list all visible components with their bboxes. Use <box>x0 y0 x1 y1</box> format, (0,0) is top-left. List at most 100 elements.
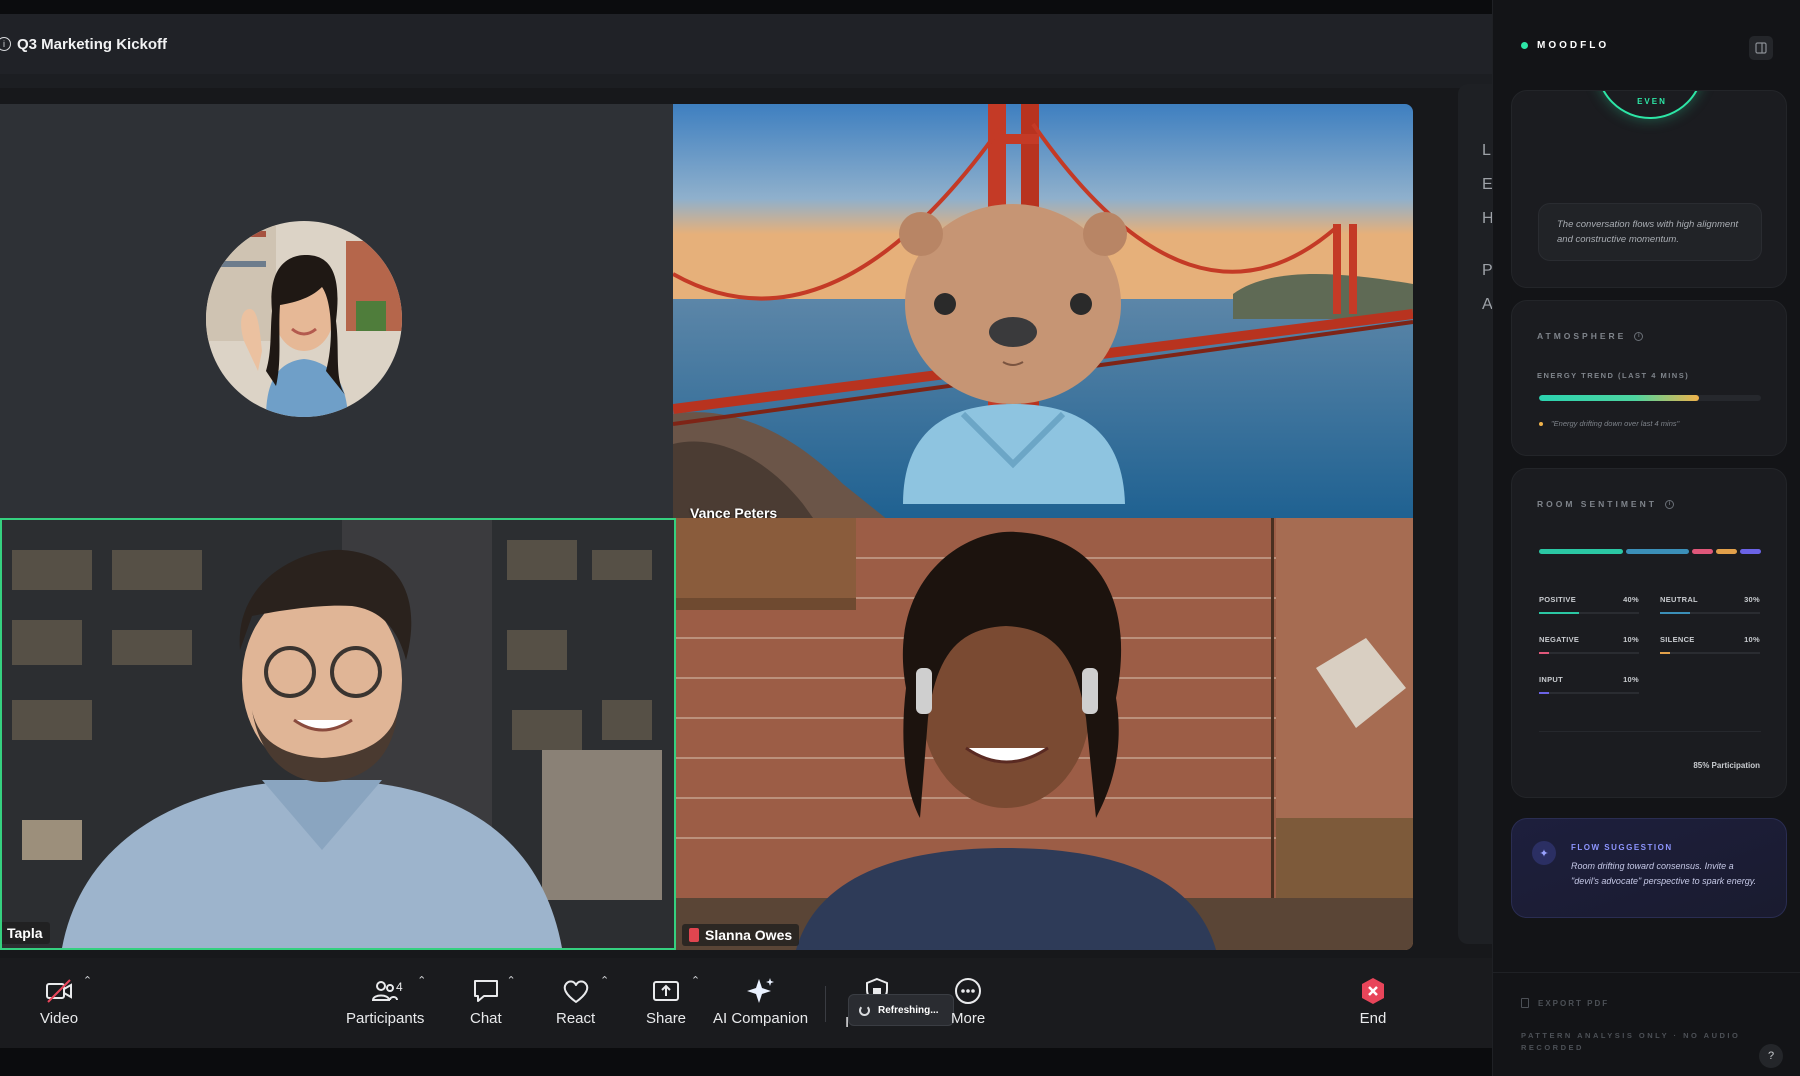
more-icon <box>955 978 982 1004</box>
chevron-up-icon[interactable]: ⌃ <box>83 974 92 987</box>
heart-icon <box>563 980 588 1003</box>
participant-count: 4 <box>396 980 403 994</box>
react-label: React <box>556 1010 596 1027</box>
atmosphere-heading: ATMOSPHERE i <box>1537 331 1644 341</box>
sentiment-heading: ROOM SENTIMENT i <box>1537 499 1674 509</box>
participants-button[interactable]: 4 ⌃ Participants <box>346 974 426 1027</box>
video-button[interactable]: ⌃ Video <box>40 975 92 1027</box>
more-label: More <box>951 1010 986 1027</box>
document-icon <box>1521 998 1529 1008</box>
participant-name-tag: Slanna Owes <box>682 924 800 946</box>
chevron-up-icon[interactable]: ⌃ <box>600 974 609 987</box>
participant-tile-avatar[interactable] <box>0 104 673 532</box>
bullet-icon <box>1539 421 1543 426</box>
video-label: Video <box>40 1010 79 1027</box>
sparkle-icon: ✦ <box>1532 841 1556 865</box>
atmosphere-card: ATMOSPHERE i ENERGY TREND (LAST 4 MINS) … <box>1511 300 1787 456</box>
share-button[interactable]: ⌃ Share <box>646 975 700 1027</box>
sentiment-stat-input: INPUT 10% <box>1539 675 1639 694</box>
participation-rate: 85% Participation <box>1693 761 1760 770</box>
participant-name: Slanna Owes <box>705 927 793 943</box>
sentiment-segment <box>1692 549 1714 554</box>
divider <box>1539 731 1761 732</box>
stat-label: POSITIVE <box>1539 595 1576 604</box>
flow-suggestion-card[interactable]: ✦ FLOW SUGGESTION Room drifting toward c… <box>1511 818 1787 918</box>
chat-label: Chat <box>470 1010 502 1027</box>
mood-ring: EVEN <box>1596 91 1704 119</box>
title-bar: i Q3 Marketing Kickoff <box>0 14 1492 74</box>
share-screen-icon <box>653 981 680 1001</box>
atmosphere-label: ATMOSPHERE <box>1537 331 1627 341</box>
export-pdf-button[interactable]: EXPORT PDF <box>1521 998 1609 1008</box>
energy-trend-label: ENERGY TREND (LAST 4 MINS) <box>1537 371 1690 380</box>
stat-value: 40% <box>1623 595 1639 604</box>
moodflo-brand: MOODFLO <box>1521 40 1609 51</box>
share-label: Share <box>646 1010 687 1027</box>
export-pdf-label: EXPORT PDF <box>1538 998 1610 1008</box>
sidebar-toggle-icon <box>1755 42 1767 54</box>
chevron-up-icon[interactable]: ⌃ <box>417 974 426 987</box>
stat-value: 10% <box>1744 635 1760 644</box>
stat-underline <box>1660 652 1670 654</box>
divider <box>1493 972 1800 973</box>
energy-trend-note-text: "Energy drifting down over last 4 mins" <box>1551 419 1680 428</box>
room-sentiment-card: ROOM SENTIMENT i POSITIVE 40% NEUTRAL 30% … <box>1511 468 1787 798</box>
sentiment-stat-silence: SILENCE 10% <box>1660 635 1760 654</box>
stat-underline <box>1660 612 1690 614</box>
sentiment-stat-negative: NEGATIVE 10% <box>1539 635 1639 654</box>
energy-trend-note: "Energy drifting down over last 4 mins" <box>1539 419 1679 428</box>
collapse-panel-button[interactable] <box>1749 36 1773 60</box>
end-label: End <box>1359 1010 1387 1027</box>
sentiment-label: ROOM SENTIMENT <box>1537 499 1657 509</box>
ai-companion-label: AI Companion <box>713 1010 809 1027</box>
flow-suggestion-label: FLOW SUGGESTION <box>1571 843 1673 852</box>
stat-label: INPUT <box>1539 675 1563 684</box>
chevron-up-icon[interactable]: ⌃ <box>506 974 515 987</box>
meeting-title: Q3 Marketing Kickoff <box>17 35 168 53</box>
end-button[interactable]: End <box>1358 976 1388 1027</box>
chevron-up-icon[interactable]: ⌃ <box>691 974 700 987</box>
sentiment-stat-neutral: NEUTRAL 30% <box>1660 595 1760 614</box>
meeting-toolbar: ⌃ Video 4 ⌃ Participants ⌃ Chat ⌃ React <box>0 958 1492 1048</box>
mood-summary-text: The conversation flows with high alignme… <box>1538 203 1762 261</box>
energy-trend-bar <box>1539 395 1761 401</box>
info-icon[interactable]: i <box>1634 331 1644 341</box>
participant-tile-woman[interactable]: Slanna Owes <box>676 518 1413 950</box>
stat-underline <box>1539 612 1579 614</box>
stat-value: 10% <box>1623 635 1639 644</box>
participant-video <box>2 520 674 948</box>
video-grid: Vance Peters Tapla Slanna Owes <box>0 88 1492 958</box>
refreshing-toast: Refreshing... <box>848 994 954 1026</box>
participant-tile-vance-peters[interactable]: Vance Peters <box>673 104 1413 532</box>
brand-name: MOODFLO <box>1537 40 1610 51</box>
stat-value: 10% <box>1623 675 1639 684</box>
participant-tile-active-speaker[interactable]: Tapla <box>0 518 676 950</box>
mood-summary-card: EVEN The conversation flows with high al… <box>1511 90 1787 288</box>
sentiment-stat-positive: POSITIVE 40% <box>1539 595 1639 614</box>
react-button[interactable]: ⌃ React <box>556 975 609 1027</box>
side-panel-letter: L <box>1482 142 1491 159</box>
ai-companion-button[interactable]: AI Companion <box>713 976 808 1027</box>
more-button[interactable]: More <box>951 976 985 1027</box>
participant-avatar <box>206 221 402 417</box>
meeting-window: i Q3 Marketing Kickoff Vance Peters Tapl… <box>0 14 1494 1048</box>
chat-button[interactable]: ⌃ Chat <box>470 975 516 1027</box>
stat-label: SILENCE <box>1660 635 1695 644</box>
end-call-icon <box>1362 978 1384 1004</box>
stat-underline <box>1539 692 1549 694</box>
screen: i Q3 Marketing Kickoff Vance Peters Tapl… <box>0 0 1800 1076</box>
sentiment-segment <box>1539 549 1624 554</box>
chat-icon <box>473 980 498 1002</box>
sentiment-segment <box>1740 549 1762 554</box>
sentiment-segment <box>1626 549 1690 554</box>
info-icon[interactable]: i <box>1664 499 1674 509</box>
info-icon[interactable]: i <box>0 37 11 51</box>
refreshing-label: Refreshing... <box>878 1004 939 1016</box>
stat-label: NEUTRAL <box>1660 595 1698 604</box>
muted-mic-icon <box>689 928 699 942</box>
energy-trend-fill <box>1539 395 1699 401</box>
bear-avatar <box>899 204 1127 504</box>
sentiment-distribution-bar <box>1539 549 1762 554</box>
sparkle-icon <box>746 978 774 1003</box>
help-button[interactable]: ? <box>1759 1044 1783 1068</box>
